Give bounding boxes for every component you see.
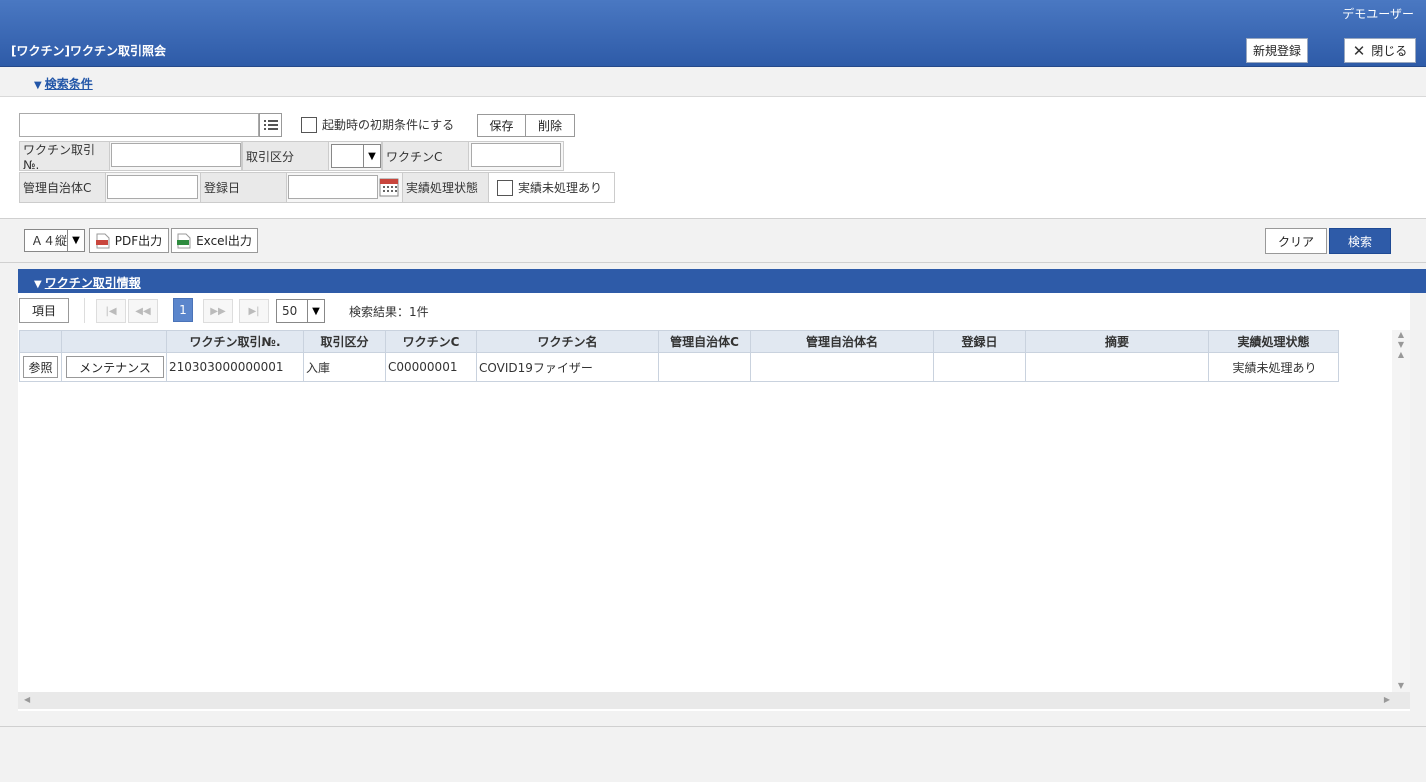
trade-type-label: 取引区分 <box>242 141 329 171</box>
status-unprocessed-checkbox[interactable]: 実績未処理あり <box>488 172 615 203</box>
reg-date-cell <box>933 352 1026 382</box>
column-header[interactable]: 取引区分 <box>303 330 386 353</box>
municipality-c-label: 管理自治体C <box>19 172 106 203</box>
excel-icon <box>177 233 191 249</box>
collapse-triangle-icon: ▼ <box>34 279 42 290</box>
trade-no-input[interactable] <box>111 143 241 167</box>
page-size-value: 50 <box>282 304 298 318</box>
columns-button[interactable]: 項目 <box>19 298 69 323</box>
column-header[interactable]: ワクチン取引№. <box>166 330 304 353</box>
vaccine-c-input[interactable] <box>471 143 561 167</box>
user-name: デモユーザー <box>1342 7 1414 21</box>
dropdown-arrow-icon: ▼ <box>307 300 324 322</box>
trade-no-cell: 210303000000001 <box>166 352 304 382</box>
view-button[interactable]: 参照 <box>23 356 58 378</box>
column-header <box>19 330 62 353</box>
checkbox[interactable] <box>301 116 317 133</box>
reg-date-input[interactable] <box>288 175 378 199</box>
dropdown-arrow-icon: ▼ <box>363 145 380 167</box>
preset-name-input[interactable] <box>19 113 259 137</box>
pdf-export-button[interactable]: PDF出力 <box>89 228 169 253</box>
results-section-toggle[interactable]: ▼ ワクチン取引情報 <box>34 274 141 291</box>
scroll-right-icon[interactable]: ▶ <box>1384 695 1390 704</box>
maintenance-button[interactable]: メンテナンス <box>66 356 164 378</box>
divider <box>84 298 85 323</box>
paper-size-select[interactable]: Ａ４縦 ▼ <box>24 229 85 252</box>
checkbox[interactable] <box>497 179 513 196</box>
calendar-icon[interactable] <box>379 177 399 197</box>
last-page-icon[interactable]: ▶| <box>239 299 269 323</box>
trade-no-label: ワクチン取引№. <box>19 141 110 172</box>
first-page-icon[interactable]: |◀ <box>96 299 126 323</box>
dropdown-arrow-icon: ▼ <box>67 230 84 251</box>
page-title: [ワクチン]ワクチン取引照会 <box>11 44 166 58</box>
vaccine-name-cell: COVID19ファイザー <box>476 352 659 382</box>
save-button[interactable]: 保存 <box>477 114 526 137</box>
trade-type-select[interactable]: ▼ <box>331 144 381 168</box>
vaccine-c-label: ワクチンC <box>382 141 469 171</box>
delete-button[interactable]: 削除 <box>525 114 575 137</box>
search-conditions-bar <box>0 68 1426 97</box>
search-conditions-title: 検索条件 <box>44 77 93 91</box>
horizontal-scrollbar[interactable]: ◀ ▶ <box>18 692 1410 709</box>
vaccine-c-cell: C00000001 <box>385 352 477 382</box>
close-button-label: 閉じる <box>1371 44 1408 58</box>
collapse-triangle-icon: ▼ <box>34 80 42 91</box>
title-bar <box>0 0 1426 67</box>
municipality-name-cell <box>750 352 934 382</box>
close-icon: ✕ <box>1352 41 1366 60</box>
pdf-export-label: PDF出力 <box>114 234 163 248</box>
search-conditions-toggle[interactable]: ▼ 検索条件 <box>34 75 93 92</box>
results-table: ワクチン取引№. 取引区分 ワクチンC ワクチン名 管理自治体C 管理自治体名 … <box>19 330 1339 382</box>
results-section-header <box>18 269 1426 293</box>
list-icon <box>263 120 278 130</box>
scroll-down-icon[interactable]: ▼ <box>1392 681 1410 690</box>
table-header-row: ワクチン取引№. 取引区分 ワクチンC ワクチン名 管理自治体C 管理自治体名 … <box>19 330 1339 353</box>
status-cell: 実績未処理あり <box>1208 352 1339 382</box>
preset-default-label: 起動時の初期条件にする <box>322 118 455 132</box>
results-section-title: ワクチン取引情報 <box>44 276 141 290</box>
current-page[interactable]: 1 <box>173 298 193 322</box>
trade-type-cell: 入庫 <box>303 352 386 382</box>
view-cell: 参照 <box>19 352 62 382</box>
column-header[interactable]: 管理自治体C <box>658 330 751 353</box>
paper-size-value: Ａ４縦 <box>31 234 68 248</box>
page-size-select[interactable]: 50 ▼ <box>276 299 325 323</box>
column-header[interactable]: ワクチンC <box>385 330 477 353</box>
column-header[interactable]: 摘要 <box>1025 330 1209 353</box>
status-label: 実績処理状態 <box>402 172 489 203</box>
excel-export-button[interactable]: Excel出力 <box>171 228 258 253</box>
new-register-button[interactable]: 新規登録 <box>1246 38 1308 63</box>
column-header[interactable]: ワクチン名 <box>476 330 659 353</box>
preset-default-checkbox[interactable]: 起動時の初期条件にする <box>301 116 454 133</box>
table-row[interactable]: 参照 メンテナンス 210303000000001 入庫 C00000001 C… <box>19 352 1339 382</box>
column-header[interactable]: 管理自治体名 <box>750 330 934 353</box>
pdf-icon <box>95 233 110 249</box>
excel-export-label: Excel出力 <box>196 234 252 248</box>
column-header <box>61 330 167 353</box>
column-header[interactable]: 実績処理状態 <box>1208 330 1339 353</box>
close-button[interactable]: ✕ 閉じる <box>1344 38 1416 63</box>
status-unprocessed-label: 実績未処理あり <box>518 181 603 195</box>
column-header[interactable]: 登録日 <box>933 330 1026 353</box>
reg-date-label: 登録日 <box>200 172 287 203</box>
municipality-c-cell <box>658 352 751 382</box>
preset-list-button[interactable] <box>259 113 282 137</box>
municipality-c-input[interactable] <box>107 175 198 199</box>
clear-button[interactable]: クリア <box>1265 228 1327 254</box>
search-button[interactable]: 検索 <box>1329 228 1391 254</box>
maintenance-cell: メンテナンス <box>61 352 167 382</box>
next-page-icon[interactable]: ▶▶ <box>203 299 233 323</box>
prev-page-icon[interactable]: ◀◀ <box>128 299 158 323</box>
scroll-up-icon[interactable]: ▲ ▼ ▲ <box>1392 330 1410 360</box>
footer-area <box>0 726 1426 782</box>
result-count: 検索結果：1件 <box>349 305 429 319</box>
summary-cell <box>1025 352 1209 382</box>
scroll-left-icon[interactable]: ◀ <box>24 695 30 704</box>
vertical-scrollbar[interactable]: ▲ ▼ ▲ ▼ <box>1392 330 1410 692</box>
